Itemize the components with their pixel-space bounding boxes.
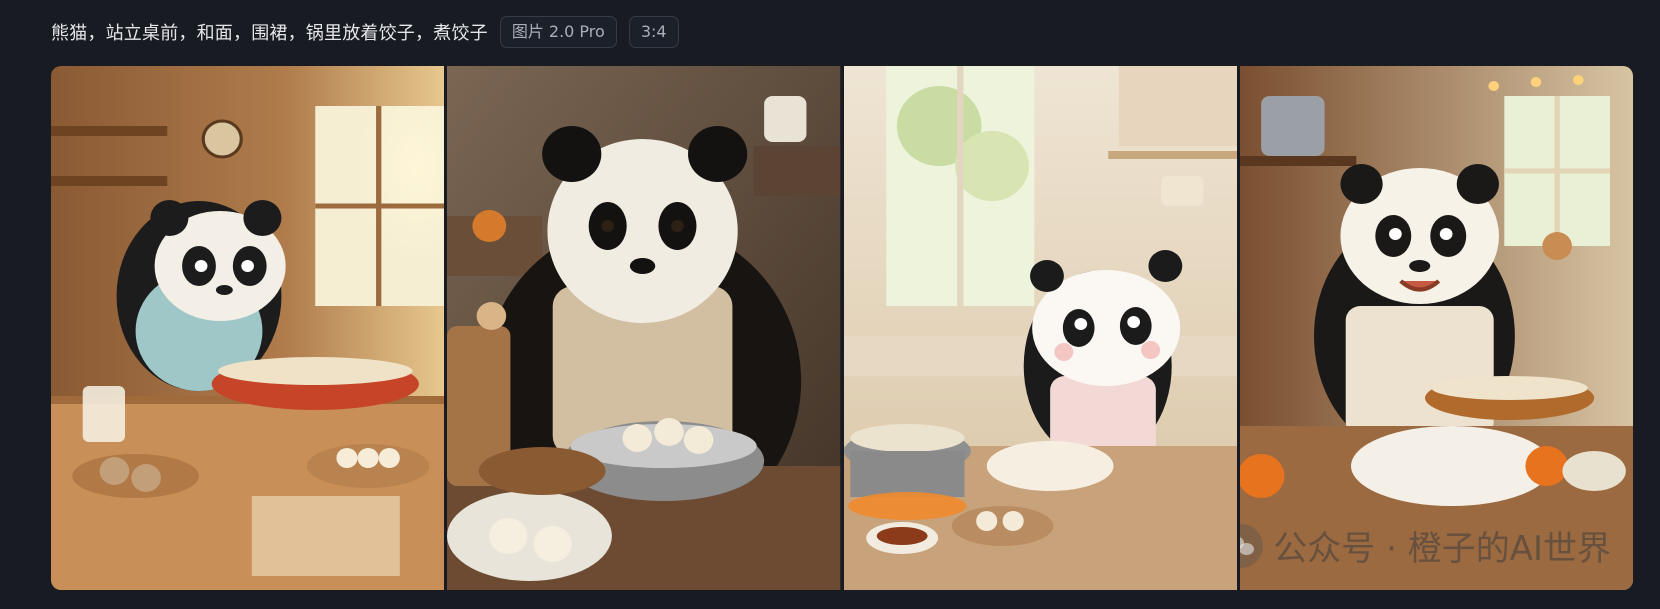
generated-image-1[interactable] [51,66,445,590]
image-watermark: 公众号 · 橙子的AI世界 [1239,521,1611,570]
watermark-text: 公众号 · 橙子的AI世界 [1273,529,1611,569]
generated-image-4[interactable]: 公众号 · 橙子的AI世界 [1239,66,1633,590]
image-1-illustration [51,66,445,590]
prompt-header: 熊猫，站立桌前，和面，围裙，锅里放着饺子，煮饺子 图片 2.0 Pro 3:4 [51,16,679,48]
generated-image-2[interactable] [447,66,841,590]
wechat-icon [1239,523,1264,568]
image-gallery: 公众号 · 橙子的AI世界 [51,66,1633,590]
model-tag[interactable]: 图片 2.0 Pro [499,16,617,48]
image-3-illustration [843,66,1237,590]
generated-image-3[interactable] [843,66,1237,590]
prompt-text: 熊猫，站立桌前，和面，围裙，锅里放着饺子，煮饺子 [51,23,488,44]
image-4-illustration [1239,66,1633,590]
image-2-illustration [447,66,841,590]
aspect-ratio-tag[interactable]: 3:4 [628,16,679,48]
